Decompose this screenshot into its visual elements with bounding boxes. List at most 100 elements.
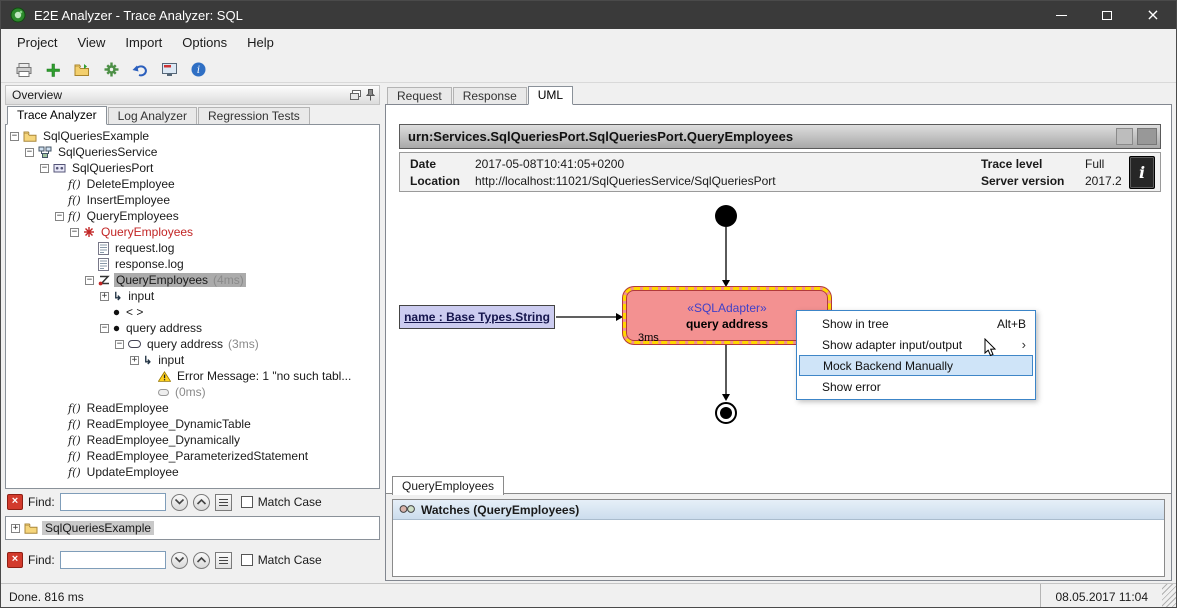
menu-item-view[interactable]: View (67, 29, 115, 57)
tree-item-reademployee-dynamictable[interactable]: f()ReadEmployee_DynamicTable (6, 416, 379, 432)
tree-item-error-message-1-no-such-tabl[interactable]: Error Message: 1 "no such tabl... (6, 368, 379, 384)
maximize-button[interactable] (1084, 1, 1130, 29)
find-bar-2: × Find: Match Case (5, 547, 380, 573)
chevron-down-icon (174, 556, 185, 564)
tree-item-queryemployees[interactable]: −QueryEmployees(4ms) (6, 272, 379, 288)
menu-item-import[interactable]: Import (115, 29, 172, 57)
context-menu-item-mock-backend-manually[interactable]: Mock Backend Manually (799, 355, 1033, 376)
function-icon: f() (68, 402, 81, 415)
tree-item-query-address[interactable]: −query address (6, 320, 379, 336)
add-button[interactable] (42, 59, 64, 81)
list-icon (218, 498, 229, 507)
expand-icon[interactable]: + (11, 524, 20, 533)
tree-item-deleteemployee[interactable]: f()DeleteEmployee (6, 176, 379, 192)
collapse-icon[interactable]: − (10, 132, 19, 141)
trace-info-button[interactable]: i (1129, 156, 1155, 189)
expand-icon[interactable]: + (130, 356, 139, 365)
find-prev-button[interactable] (193, 494, 210, 511)
find-options-button-2[interactable] (215, 552, 232, 569)
initial-node[interactable] (715, 205, 737, 227)
find-next-button[interactable] (171, 494, 188, 511)
context-menu-item-show-adapter-input-output[interactable]: Show adapter input/output› (797, 334, 1035, 355)
close-button[interactable]: × (1130, 1, 1176, 29)
collapse-icon[interactable]: − (25, 148, 34, 157)
tab-response[interactable]: Response (453, 87, 527, 104)
tree-item-sqlqueriesexample[interactable]: −SqlQueriesExample (6, 128, 379, 144)
main-tabs: RequestResponseUML (385, 85, 1172, 104)
find-input[interactable] (60, 493, 166, 511)
match-case-checkbox[interactable] (241, 496, 253, 508)
chevron-up-icon (196, 556, 207, 564)
tree-item-0ms[interactable]: (0ms) (6, 384, 379, 400)
collapse-icon[interactable]: − (55, 212, 64, 221)
secondary-tree-root[interactable]: SqlQueriesExample (42, 521, 154, 535)
trace-level-value: Full (1085, 157, 1104, 171)
resize-grip[interactable] (1162, 584, 1176, 608)
tree-item-[interactable]: < > (6, 304, 379, 320)
match-case-label: Match Case (258, 495, 322, 509)
find-input-2[interactable] (60, 551, 166, 569)
print-button[interactable] (13, 59, 35, 81)
collapse-icon[interactable]: − (115, 340, 124, 349)
tree-item-sqlqueriesport[interactable]: −SqlQueriesPort (6, 160, 379, 176)
tree-item-request-log[interactable]: request.log (6, 240, 379, 256)
expand-icon[interactable]: + (100, 292, 109, 301)
param-label[interactable]: name : Base Types.String (399, 305, 555, 329)
final-node[interactable] (715, 402, 737, 424)
trace-view-button[interactable] (158, 59, 180, 81)
trace-level-label: Trace level (981, 157, 1042, 171)
app-icon (10, 7, 26, 23)
context-menu-item-show-in-tree[interactable]: Show in treeAlt+B (797, 313, 1035, 334)
watches-panel: Watches (QueryEmployees) (392, 499, 1165, 577)
tab-regression-tests[interactable]: Regression Tests (198, 107, 310, 124)
tree-item-response-log[interactable]: response.log (6, 256, 379, 272)
pin-icon (366, 89, 375, 101)
tree-item-queryemployees[interactable]: −f()QueryEmployees (6, 208, 379, 224)
collapse-icon[interactable]: − (40, 164, 49, 173)
menu-item-options[interactable]: Options (172, 29, 237, 57)
menu-item-help[interactable]: Help (237, 29, 284, 57)
find-close-button[interactable]: × (7, 494, 23, 510)
undo-button[interactable] (129, 59, 151, 81)
minimize-button[interactable] (1038, 1, 1084, 29)
warning-icon (158, 371, 171, 382)
menu-item-project[interactable]: Project (7, 29, 67, 57)
tree-item-sqlqueriesservice[interactable]: −SqlQueriesService (6, 144, 379, 160)
header-scroll-thumb[interactable] (1116, 128, 1133, 145)
tab-trace-analyzer[interactable]: Trace Analyzer (7, 106, 107, 125)
service-icon (38, 146, 52, 158)
bullet-icon (113, 309, 120, 316)
settings-button[interactable] (100, 59, 122, 81)
find-prev-button-2[interactable] (193, 552, 210, 569)
pin-button[interactable] (366, 89, 375, 101)
tab-request[interactable]: Request (387, 87, 452, 104)
tree-item-reademployee[interactable]: f()ReadEmployee (6, 400, 379, 416)
match-case-checkbox-2[interactable] (241, 554, 253, 566)
open-button[interactable] (71, 59, 93, 81)
collapse-icon[interactable]: − (100, 324, 109, 333)
tree-item-queryemployees[interactable]: −QueryEmployees (6, 224, 379, 240)
tab-log-analyzer[interactable]: Log Analyzer (108, 107, 197, 124)
tree-item-reademployee-dynamically[interactable]: f()ReadEmployee_Dynamically (6, 432, 379, 448)
find-close-button-2[interactable]: × (7, 552, 23, 568)
info-button-toolbar[interactable]: i (187, 59, 209, 81)
collapse-icon[interactable]: − (85, 276, 94, 285)
float-button[interactable] (350, 90, 361, 100)
find-next-button-2[interactable] (171, 552, 188, 569)
tree-item-input[interactable]: +↳input (6, 352, 379, 368)
watches-header: Watches (QueryEmployees) (393, 500, 1164, 520)
tab-uml[interactable]: UML (528, 86, 573, 105)
tree-item-reademployee-parameterizedstatement[interactable]: f()ReadEmployee_ParameterizedStatement (6, 448, 379, 464)
tab-queryemployees[interactable]: QueryEmployees (392, 476, 504, 495)
tree-item-label: QueryEmployees (85, 209, 181, 223)
find-options-button[interactable] (215, 494, 232, 511)
collapse-icon[interactable]: − (70, 228, 79, 237)
tree-item-updateemployee[interactable]: f()UpdateEmployee (6, 464, 379, 480)
tree-item-insertemployee[interactable]: f()InsertEmployee (6, 192, 379, 208)
function-icon: f() (68, 194, 81, 207)
tree-item-input[interactable]: +↳input (6, 288, 379, 304)
trace-view-icon (162, 63, 177, 76)
tree-item-query-address[interactable]: −query address(3ms) (6, 336, 379, 352)
context-menu-item-show-error[interactable]: Show error (797, 376, 1035, 397)
tree-item-label: request.log (113, 241, 176, 255)
